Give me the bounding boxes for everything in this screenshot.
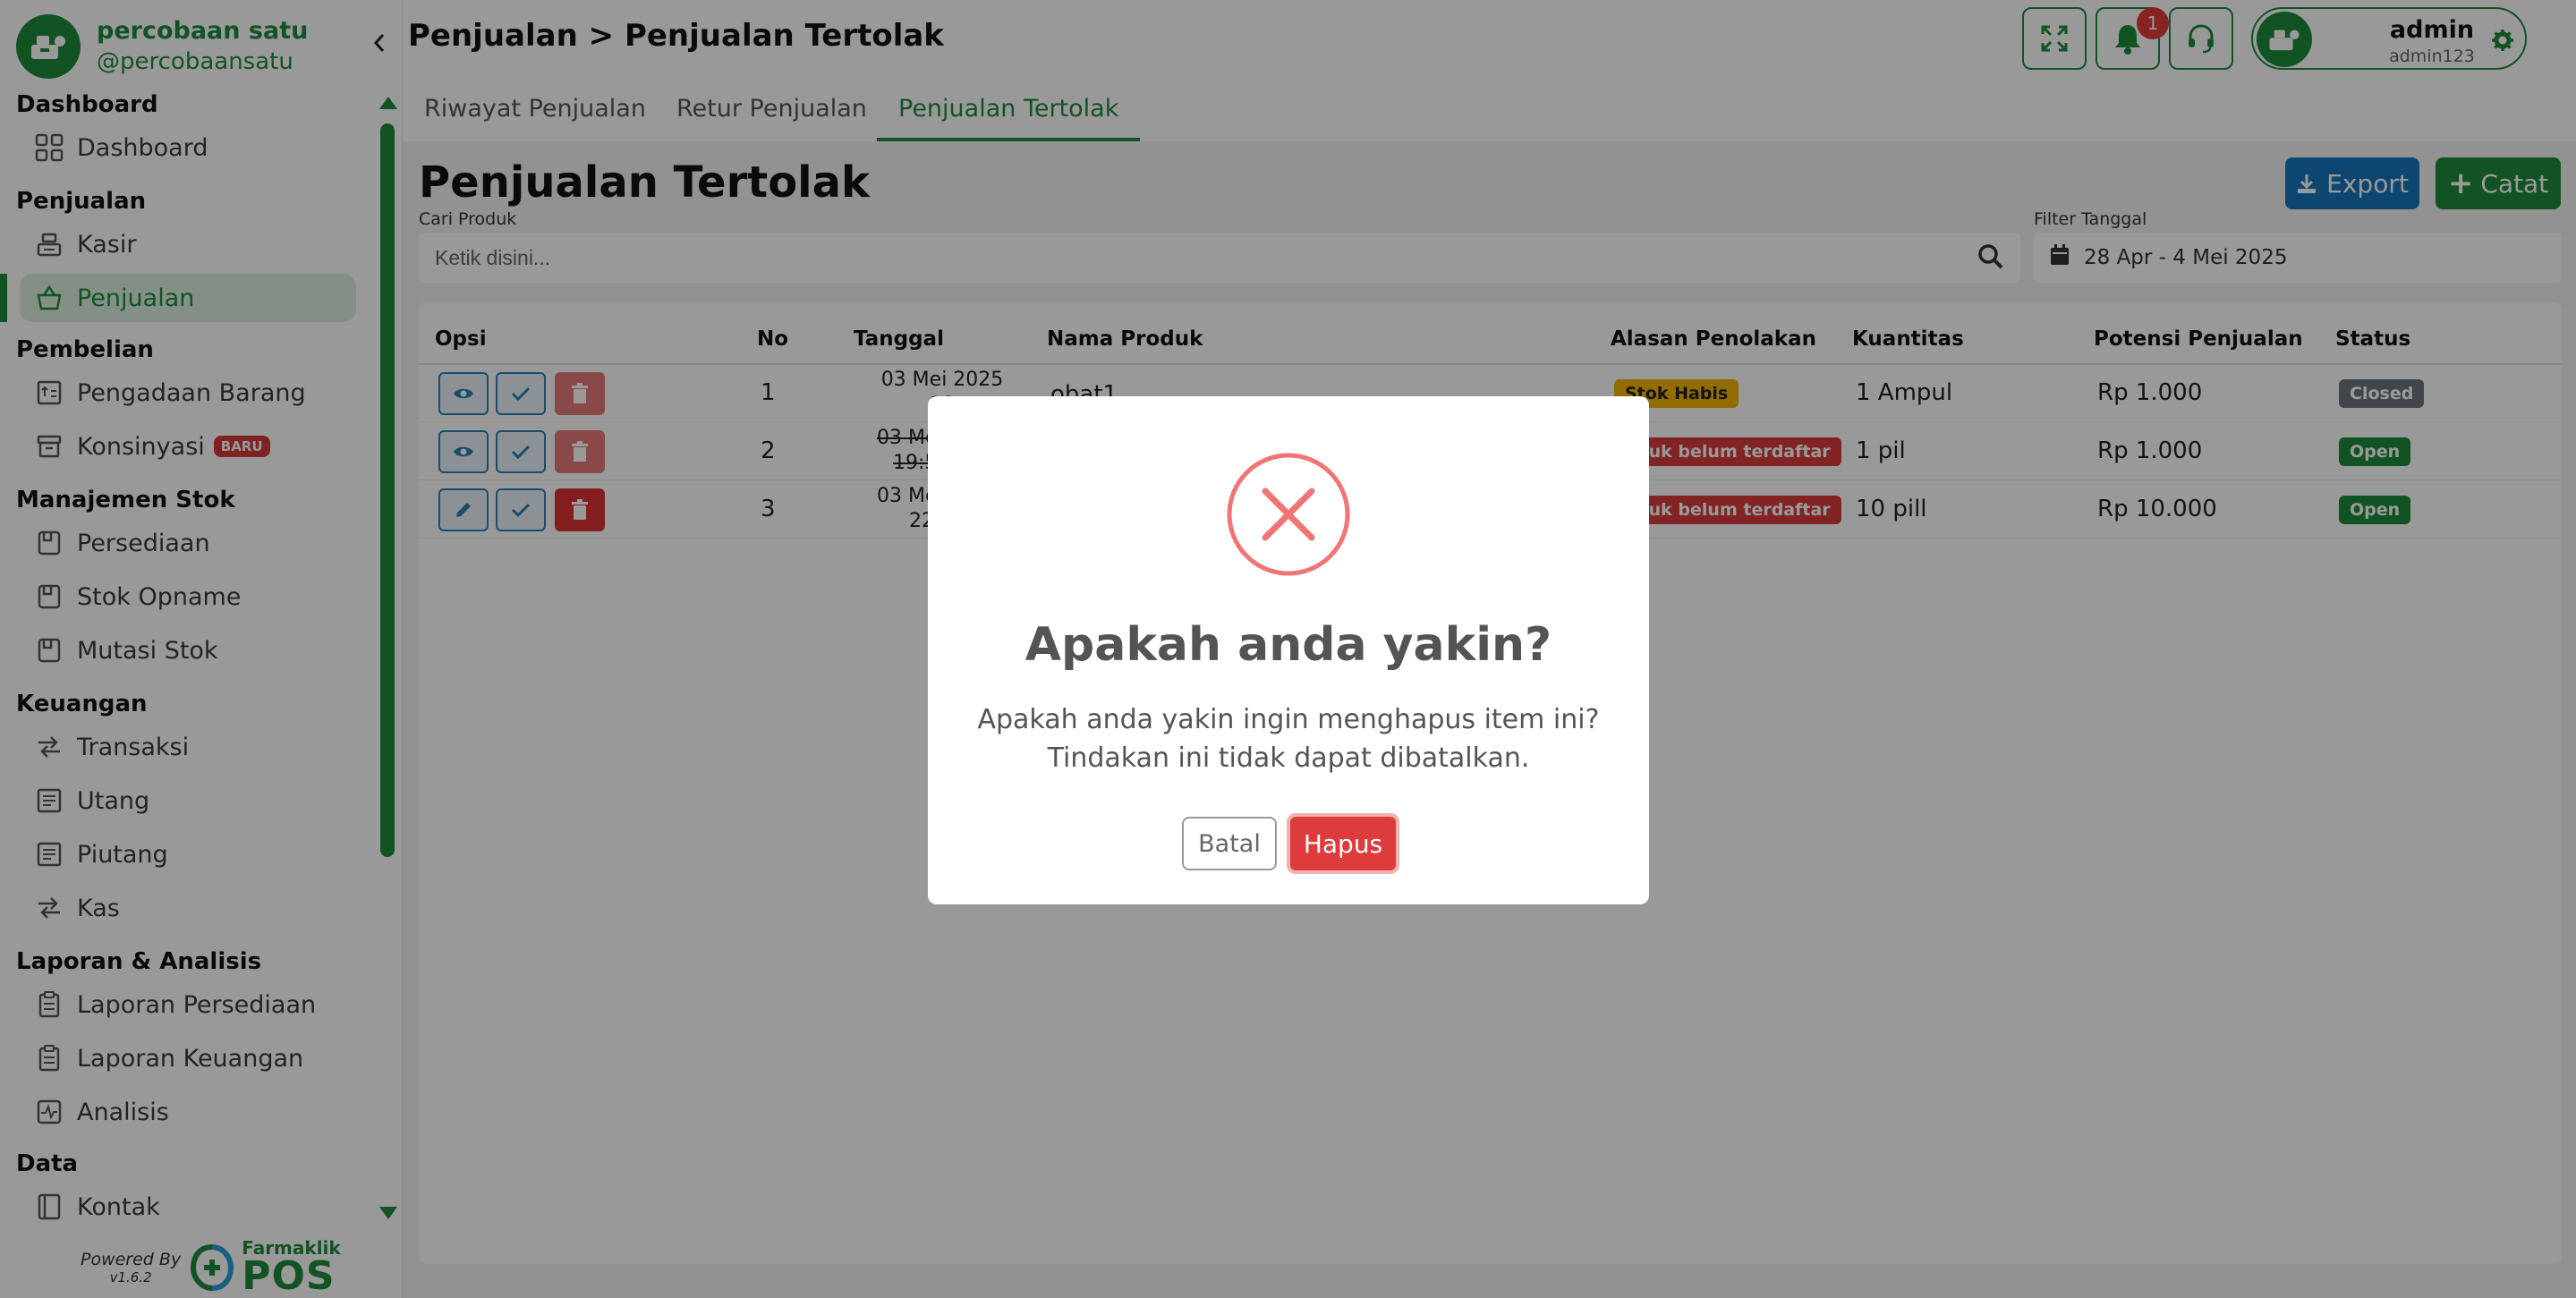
dialog-title: Apakah anda yakin? <box>1024 618 1552 672</box>
dialog-message-line-2: Tindakan ini tidak dapat dibatalkan. <box>1047 742 1530 774</box>
cancel-button[interactable]: Batal <box>1182 817 1277 870</box>
error-x-icon <box>1227 453 1350 576</box>
dialog-message-line-1: Apakah anda yakin ingin menghapus item i… <box>977 704 1600 735</box>
confirm-delete-button[interactable]: Hapus <box>1287 813 1399 874</box>
confirm-delete-dialog: Apakah anda yakin? Apakah anda yakin ing… <box>928 396 1649 904</box>
dialog-message: Apakah anda yakin ingin menghapus item i… <box>928 700 1649 777</box>
